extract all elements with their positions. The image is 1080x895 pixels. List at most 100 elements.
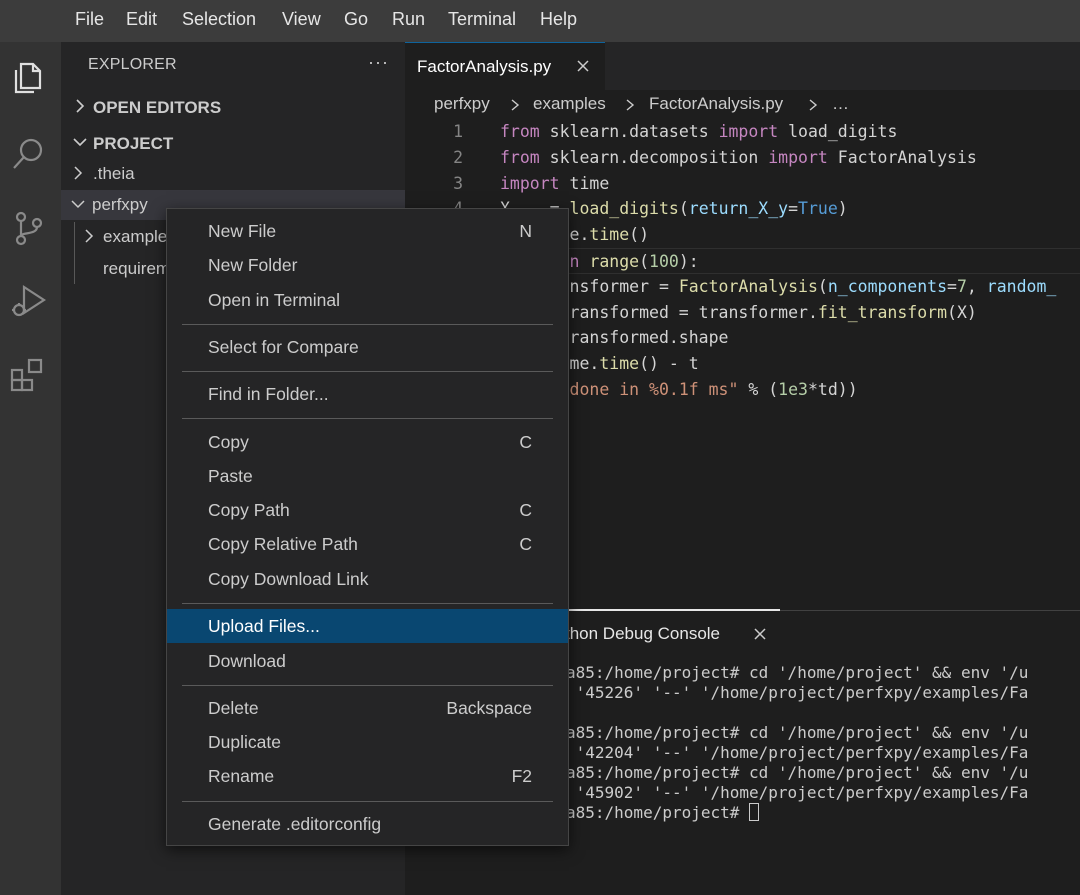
menu-item-label: Copy Path — [208, 500, 290, 520]
menu-item-open-in-terminal[interactable]: Open in Terminal — [167, 283, 568, 317]
more-actions-icon[interactable]: ··· — [368, 52, 389, 73]
menu-separator — [182, 603, 553, 604]
files-icon[interactable] — [8, 58, 48, 98]
menu-item-label: Rename — [208, 766, 275, 786]
breadcrumb-item[interactable]: examples — [533, 94, 606, 114]
terminal-line: a85:/home/project# cd '/home/project' &&… — [566, 763, 1029, 782]
menu-item-paste[interactable]: Paste — [167, 459, 568, 493]
code-line[interactable]: 2 from sklearn.decomposition import Facto… — [405, 145, 1080, 171]
line-number: 2 — [453, 147, 463, 167]
menu-item-generate-editorconfig[interactable]: Generate .editorconfig — [167, 807, 568, 841]
menu-item-copy[interactable]: Copy C — [167, 425, 568, 459]
tree-item-label: example — [103, 227, 168, 246]
menu-item-rename[interactable]: Rename F2 — [167, 759, 568, 793]
project-label: PROJECT — [93, 134, 174, 153]
breadcrumb: perfxpy examples FactorAnalysis.py … — [405, 90, 1080, 120]
chevron-right-icon — [809, 99, 818, 111]
terminal-cursor — [749, 803, 760, 821]
close-icon[interactable] — [753, 627, 767, 641]
menu-item-copy-path[interactable]: Copy Path C — [167, 493, 568, 527]
menu-item-label: Duplicate — [208, 732, 281, 752]
menu-item-delete[interactable]: Delete Backspace — [167, 691, 568, 725]
active-tab-indicator — [540, 609, 780, 611]
menu-separator — [182, 324, 553, 325]
chevron-right-icon — [74, 166, 83, 180]
code-text: from sklearn.datasets import load_digits — [500, 122, 898, 141]
code-line[interactable]: 3 import time — [405, 171, 1080, 197]
explorer-title: EXPLORER — [88, 56, 177, 73]
code-line[interactable]: 1 from sklearn.datasets import load_digit… — [405, 119, 1080, 145]
open-editors-label: OPEN EDITORS — [93, 98, 222, 117]
project-section[interactable]: PROJECT — [61, 129, 405, 157]
terminal-line: '45902' '--' '/home/project/perfxpy/exam… — [566, 783, 1029, 802]
menu-item-shortcut: C — [519, 534, 532, 554]
tree-item-theia[interactable]: .theia — [61, 159, 405, 189]
menu-item-label: Open in Terminal — [208, 290, 340, 310]
menu-item-shortcut: F2 — [511, 766, 532, 786]
menu-item-label: Upload Files... — [208, 616, 320, 636]
menu-item-copy-relative-path[interactable]: Copy Relative Path C — [167, 527, 568, 561]
breadcrumb-item[interactable]: perfxpy — [434, 94, 490, 114]
menu-item-shortcut: N — [519, 221, 532, 241]
menu-item-select-for-compare[interactable]: Select for Compare — [167, 330, 568, 364]
breadcrumb-item[interactable]: FactorAnalysis.py — [649, 94, 783, 114]
tab-debug-console[interactable]: thon Debug Console — [565, 624, 720, 644]
tab-label: FactorAnalysis.py — [417, 57, 552, 76]
close-icon[interactable] — [575, 58, 591, 74]
chevron-down-icon — [73, 138, 87, 147]
menu-item-label: Copy — [208, 432, 249, 452]
terminal-line: a85:/home/project# — [566, 803, 760, 822]
terminal-line: '42204' '--' '/home/project/perfxpy/exam… — [566, 743, 1029, 762]
menu-file[interactable]: File — [75, 9, 104, 30]
tab-factoranalysis[interactable]: FactorAnalysis.py — [405, 42, 605, 90]
context-menu: New File N New Folder Open in Terminal Selec… — [166, 208, 569, 846]
menu-item-new-file[interactable]: New File N — [167, 214, 568, 248]
code-text: import time — [500, 173, 610, 193]
breadcrumb-item[interactable]: … — [832, 94, 849, 114]
menu-item-label: Delete — [208, 698, 259, 718]
code-text: transformer = FactorAnalysis(n_component… — [500, 276, 1057, 296]
tree-item-label: requirem — [103, 259, 171, 278]
open-editors-section[interactable]: OPEN EDITORS — [61, 93, 405, 121]
code-text: X_transformed = transformer.fit_transfor… — [500, 302, 977, 322]
tree-item-label: .theia — [93, 164, 135, 183]
chevron-right-icon — [76, 99, 85, 113]
menu-item-label: Copy Download Link — [208, 569, 369, 589]
search-icon[interactable] — [8, 134, 48, 174]
menu-item-label: Find in Folder... — [208, 384, 329, 404]
chevron-right-icon — [511, 99, 520, 111]
menu-item-label: Select for Compare — [208, 337, 359, 357]
menu-run[interactable]: Run — [392, 9, 425, 30]
menu-item-find-in-folder[interactable]: Find in Folder... — [167, 377, 568, 411]
menu-item-duplicate[interactable]: Duplicate — [167, 725, 568, 759]
run-debug-icon[interactable] — [8, 282, 48, 322]
menu-edit[interactable]: Edit — [126, 9, 157, 30]
menu-item-label: Copy Relative Path — [208, 534, 358, 554]
activity-bar — [0, 42, 61, 895]
chevron-right-icon — [626, 99, 635, 111]
editor-tab-bar: FactorAnalysis.py — [405, 42, 1080, 90]
menu-item-shortcut: C — [519, 432, 532, 452]
menu-view[interactable]: View — [282, 9, 321, 30]
menubar: File Edit Selection View Go Run Terminal… — [0, 0, 1080, 42]
chevron-right-icon — [85, 229, 94, 243]
extensions-icon[interactable] — [8, 356, 48, 396]
chevron-down-icon — [71, 200, 85, 209]
menu-help[interactable]: Help — [540, 9, 577, 30]
menu-item-label: Paste — [208, 466, 253, 486]
menu-item-shortcut: C — [519, 500, 532, 520]
menu-selection[interactable]: Selection — [182, 9, 256, 30]
menu-item-label: New File — [208, 221, 277, 241]
menu-item-copy-download-link[interactable]: Copy Download Link — [167, 562, 568, 596]
menu-separator — [182, 418, 553, 419]
line-number: 1 — [453, 122, 463, 141]
menu-separator — [182, 801, 553, 802]
menu-terminal[interactable]: Terminal — [448, 9, 516, 30]
menu-item-download[interactable]: Download — [167, 644, 568, 678]
menu-item-upload-files[interactable]: Upload Files... — [167, 609, 568, 643]
source-control-icon[interactable] — [8, 208, 48, 248]
menu-item-shortcut: Backspace — [446, 698, 532, 718]
menu-item-new-folder[interactable]: New Folder — [167, 248, 568, 282]
terminal-line: '45226' '--' '/home/project/perfxpy/exam… — [566, 683, 1029, 702]
menu-go[interactable]: Go — [344, 9, 368, 30]
